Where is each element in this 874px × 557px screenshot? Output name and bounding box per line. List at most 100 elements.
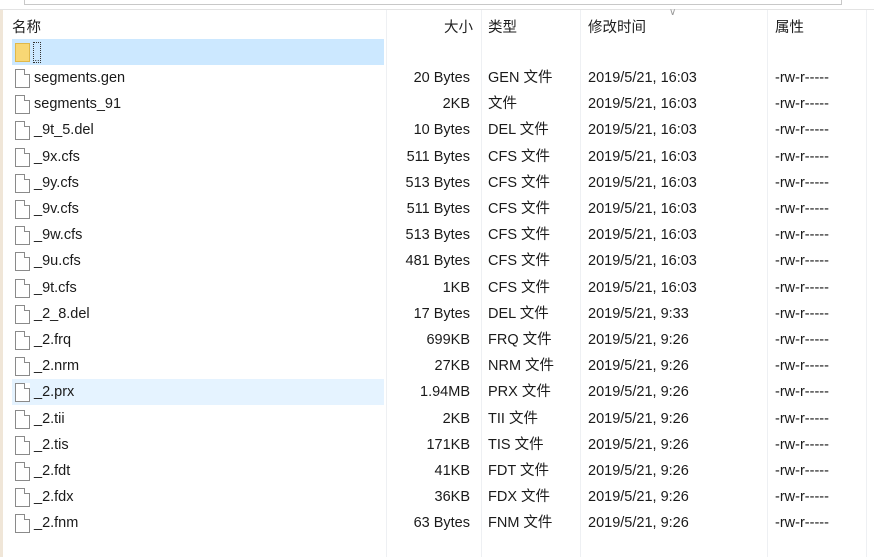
- file-attributes: -rw-r-----: [775, 70, 829, 86]
- file-type: PRX 文件: [488, 384, 551, 401]
- file-row[interactable]: _9t_5.del: [12, 117, 384, 143]
- file-type: FNM 文件: [488, 515, 553, 532]
- file-type: DEL 文件: [488, 122, 549, 139]
- file-row[interactable]: _9u.cfs: [12, 248, 384, 274]
- column-header-attributes[interactable]: 属性: [775, 16, 804, 37]
- file-row[interactable]: _9v.cfs: [12, 196, 384, 222]
- parent-directory-row[interactable]: ..: [12, 39, 384, 65]
- file-row[interactable]: segments_91: [12, 91, 384, 117]
- file-icon: [15, 200, 30, 219]
- file-name: _9t.cfs: [34, 279, 77, 296]
- file-name: _9v.cfs: [34, 201, 79, 217]
- file-modified: 2019/5/21, 9:26: [588, 332, 689, 348]
- file-size: 20 Bytes: [413, 70, 470, 86]
- file-icon: [15, 331, 30, 350]
- file-size: 17 Bytes: [413, 305, 470, 322]
- pane-edge: [0, 10, 3, 557]
- file-type: FDX 文件: [488, 489, 551, 506]
- file-name: _2.fdx: [34, 489, 74, 506]
- file-row[interactable]: _2.prx: [12, 379, 384, 406]
- file-row[interactable]: _2.fdt: [12, 458, 384, 484]
- file-name: segments_91: [34, 96, 122, 113]
- file-type: CFS 文件: [488, 148, 551, 165]
- file-name: _2.prx: [34, 384, 75, 401]
- file-attributes: -rw-r-----: [775, 436, 829, 453]
- file-modified: 2019/5/21, 9:26: [588, 410, 689, 427]
- file-attributes: -rw-r-----: [775, 174, 829, 191]
- file-type: CFS 文件: [488, 201, 551, 217]
- file-attributes: -rw-r-----: [775, 201, 829, 217]
- file-size: 513 Bytes: [405, 174, 471, 191]
- file-type: CFS 文件: [488, 174, 551, 191]
- file-icon: [15, 173, 30, 193]
- file-name: _9t_5.del: [34, 122, 94, 139]
- file-row[interactable]: _2.nrm: [12, 353, 384, 379]
- file-name: _2.fnm: [34, 515, 79, 532]
- file-size: 2KB: [442, 96, 470, 113]
- column-divider: [866, 10, 867, 557]
- file-attributes: -rw-r-----: [775, 410, 829, 427]
- file-name: _9w.cfs: [34, 227, 83, 244]
- file-row[interactable]: segments.gen: [12, 65, 384, 91]
- file-row[interactable]: _2.tis: [12, 432, 384, 458]
- file-modified: 2019/5/21, 16:03: [588, 174, 697, 191]
- column-header-name[interactable]: 名称: [12, 16, 41, 37]
- file-row[interactable]: _2.frq: [12, 327, 384, 353]
- file-modified: 2019/5/21, 16:03: [588, 227, 697, 244]
- column-header-type[interactable]: 类型: [488, 16, 517, 37]
- file-size: 27KB: [434, 358, 470, 375]
- file-name: _9u.cfs: [34, 253, 81, 270]
- file-attributes: -rw-r-----: [775, 279, 829, 296]
- file-icon: [15, 514, 30, 534]
- file-name: _2.tis: [34, 436, 69, 453]
- file-name: segments.gen: [34, 70, 126, 86]
- file-row[interactable]: _2_8.del: [12, 301, 384, 327]
- file-modified: 2019/5/21, 9:26: [588, 436, 689, 453]
- file-modified: 2019/5/21, 16:03: [588, 253, 697, 270]
- sort-chevron-icon: ∨: [669, 7, 677, 18]
- file-size: 481 Bytes: [405, 253, 471, 270]
- file-icon: [15, 462, 30, 481]
- file-icon: [15, 69, 30, 88]
- file-attributes: -rw-r-----: [775, 515, 829, 532]
- file-size: 10 Bytes: [413, 122, 470, 139]
- file-icon: [15, 357, 30, 377]
- file-row[interactable]: _9w.cfs: [12, 222, 384, 248]
- file-modified: 2019/5/21, 16:03: [588, 201, 697, 217]
- file-attributes: -rw-r-----: [775, 358, 829, 375]
- column-header-modified[interactable]: 修改时间: [588, 16, 646, 37]
- file-icon: [15, 121, 30, 141]
- file-type: CFS 文件: [488, 253, 551, 270]
- file-row[interactable]: _9y.cfs: [12, 170, 384, 196]
- file-type: 文件: [488, 96, 517, 113]
- file-row[interactable]: _9x.cfs: [12, 144, 384, 170]
- file-row[interactable]: _2.tii: [12, 406, 384, 432]
- file-modified: 2019/5/21, 16:03: [588, 70, 697, 86]
- file-size: 171KB: [426, 436, 470, 453]
- file-name: _9x.cfs: [34, 148, 80, 165]
- file-size: 36KB: [434, 489, 470, 506]
- file-size: 513 Bytes: [405, 227, 471, 244]
- file-name: _9y.cfs: [34, 174, 79, 191]
- parent-directory-label: ..: [33, 42, 41, 63]
- file-type: GEN 文件: [488, 70, 553, 86]
- file-modified: 2019/5/21, 16:03: [588, 279, 697, 296]
- file-attributes: -rw-r-----: [775, 227, 829, 244]
- file-name: _2.frq: [34, 332, 72, 348]
- file-icon: [15, 409, 30, 429]
- file-row[interactable]: _9t.cfs: [12, 275, 384, 301]
- file-row[interactable]: _2.fnm: [12, 510, 384, 536]
- path-bar[interactable]: [24, 0, 842, 5]
- file-modified: 2019/5/21, 9:26: [588, 358, 689, 375]
- file-icon: [15, 147, 30, 167]
- file-attributes: -rw-r-----: [775, 384, 829, 401]
- file-icon: [15, 488, 30, 508]
- file-attributes: -rw-r-----: [775, 305, 829, 322]
- file-attributes: -rw-r-----: [775, 489, 829, 506]
- file-attributes: -rw-r-----: [775, 96, 829, 113]
- column-header-size[interactable]: 大小: [444, 16, 473, 37]
- file-size: 511 Bytes: [406, 201, 470, 217]
- file-row[interactable]: _2.fdx: [12, 484, 384, 510]
- file-attributes: -rw-r-----: [775, 148, 829, 165]
- file-type: FDT 文件: [488, 463, 549, 479]
